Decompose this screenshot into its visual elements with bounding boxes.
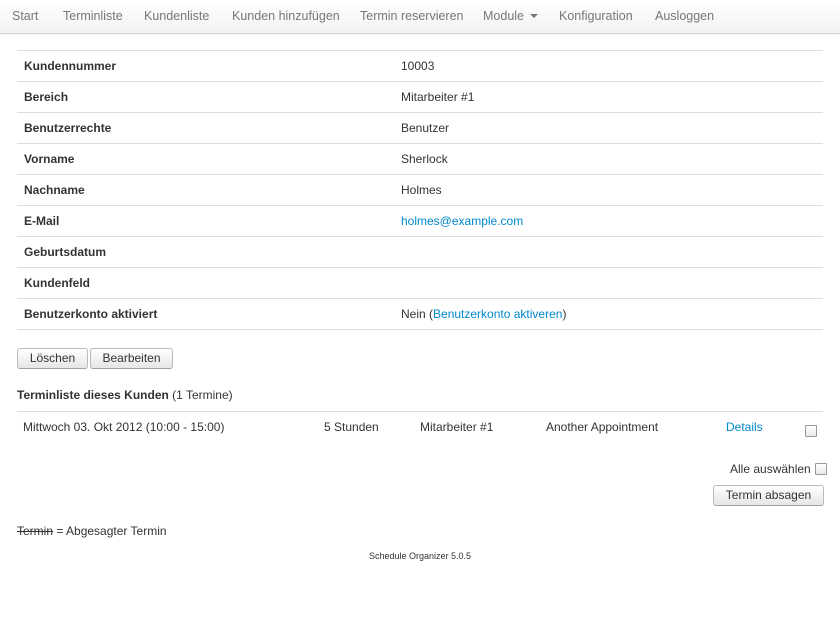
nav-start[interactable]: Start xyxy=(12,0,38,33)
detail-row-kundenfeld: Kundenfeld xyxy=(17,268,823,299)
detail-label: Nachname xyxy=(24,183,85,197)
legend-text: = Abgesagter Termin xyxy=(53,524,167,538)
account-status-text: Nein ( xyxy=(401,307,434,321)
legend-struck-word: Termin xyxy=(17,524,54,538)
detail-row-konto-aktiviert: Benutzerkonto aktiviert Nein (Benutzerko… xyxy=(17,299,823,330)
detail-label: Kundenfeld xyxy=(24,276,90,290)
detail-label: Kundennummer xyxy=(24,59,117,73)
cancel-appointment-button[interactable]: Termin absagen xyxy=(713,485,824,506)
nav-termin-reservieren[interactable]: Termin reservieren xyxy=(360,0,464,33)
table-row: Mittwoch 03. Okt 2012 (10:00 - 15:00) 5 … xyxy=(17,412,823,443)
nav-ausloggen[interactable]: Ausloggen xyxy=(655,0,714,33)
detail-row-kundennummer: Kundennummer 10003 xyxy=(17,51,823,82)
detail-value: Benutzer xyxy=(401,121,450,135)
appointment-details-link[interactable]: Details xyxy=(726,420,763,434)
appointments-count: (1 Termine) xyxy=(172,388,233,402)
detail-row-bereich: Bereich Mitarbeiter #1 xyxy=(17,82,823,113)
activate-account-link[interactable]: Benutzerkonto aktiveren xyxy=(433,307,562,321)
appointments-section-title: Terminliste dieses Kunden (1 Termine) xyxy=(17,388,233,402)
appointment-details-cell: Details xyxy=(726,412,763,443)
detail-row-nachname: Nachname Holmes xyxy=(17,175,823,206)
nav-module-dropdown[interactable]: Module xyxy=(483,0,538,33)
select-all-checkbox[interactable] xyxy=(815,463,828,475)
detail-row-geburtsdatum: Geburtsdatum xyxy=(17,237,823,268)
appointment-date: Mittwoch 03. Okt 2012 (10:00 - 15:00) xyxy=(23,420,225,434)
edit-button[interactable]: Bearbeiten xyxy=(90,348,173,369)
delete-button[interactable]: Löschen xyxy=(17,348,88,369)
email-link[interactable]: holmes@example.com xyxy=(401,214,523,228)
appointment-title: Another Appointment xyxy=(546,420,659,434)
detail-value: Sherlock xyxy=(401,152,448,166)
nav-konfiguration[interactable]: Konfiguration xyxy=(559,0,633,33)
nav-terminliste[interactable]: Terminliste xyxy=(63,0,123,33)
detail-label: Geburtsdatum xyxy=(24,245,107,259)
detail-row-benutzerrechte: Benutzerrechte Benutzer xyxy=(17,113,823,144)
detail-value: Holmes xyxy=(401,183,442,197)
top-navbar: Start Terminliste Kundenliste Kunden hin… xyxy=(0,0,840,34)
detail-label: Bereich xyxy=(24,90,69,104)
select-all-label: Alle auswählen xyxy=(730,462,811,476)
appointments-table: Mittwoch 03. Okt 2012 (10:00 - 15:00) 5 … xyxy=(17,411,823,443)
appointment-duration: 5 Stunden xyxy=(324,420,379,434)
appointments-title: Terminliste dieses Kunden xyxy=(17,388,169,402)
detail-label: Benutzerkonto aktiviert xyxy=(24,307,158,321)
detail-label: Vorname xyxy=(24,152,75,166)
detail-value: 10003 xyxy=(401,59,435,73)
footer-version: Schedule Organizer 5.0.5 xyxy=(368,551,472,561)
chevron-down-icon xyxy=(530,13,538,18)
detail-label: E-Mail xyxy=(24,214,60,228)
detail-label: Benutzerrechte xyxy=(24,121,112,135)
appointment-checkbox[interactable] xyxy=(805,425,817,437)
detail-value-container: holmes@example.com xyxy=(401,206,523,236)
customer-details-table: Kundennummer 10003 Bereich Mitarbeiter #… xyxy=(17,50,823,330)
account-status-suffix: ) xyxy=(562,307,567,321)
appointment-staff: Mitarbeiter #1 xyxy=(420,420,494,434)
nav-module-label: Module xyxy=(483,9,524,23)
detail-row-vorname: Vorname Sherlock xyxy=(17,144,823,175)
legend: Termin = Abgesagter Termin xyxy=(17,524,167,538)
select-all-control[interactable]: Alle auswählen xyxy=(730,461,828,476)
detail-value: Mitarbeiter #1 xyxy=(401,90,475,104)
nav-kunden-hinzufuegen[interactable]: Kunden hinzufügen xyxy=(232,0,340,33)
nav-kundenliste[interactable]: Kundenliste xyxy=(144,0,209,33)
detail-row-email: E-Mail holmes@example.com xyxy=(17,206,823,237)
detail-value-container: Nein (Benutzerkonto aktiveren) xyxy=(401,299,566,329)
